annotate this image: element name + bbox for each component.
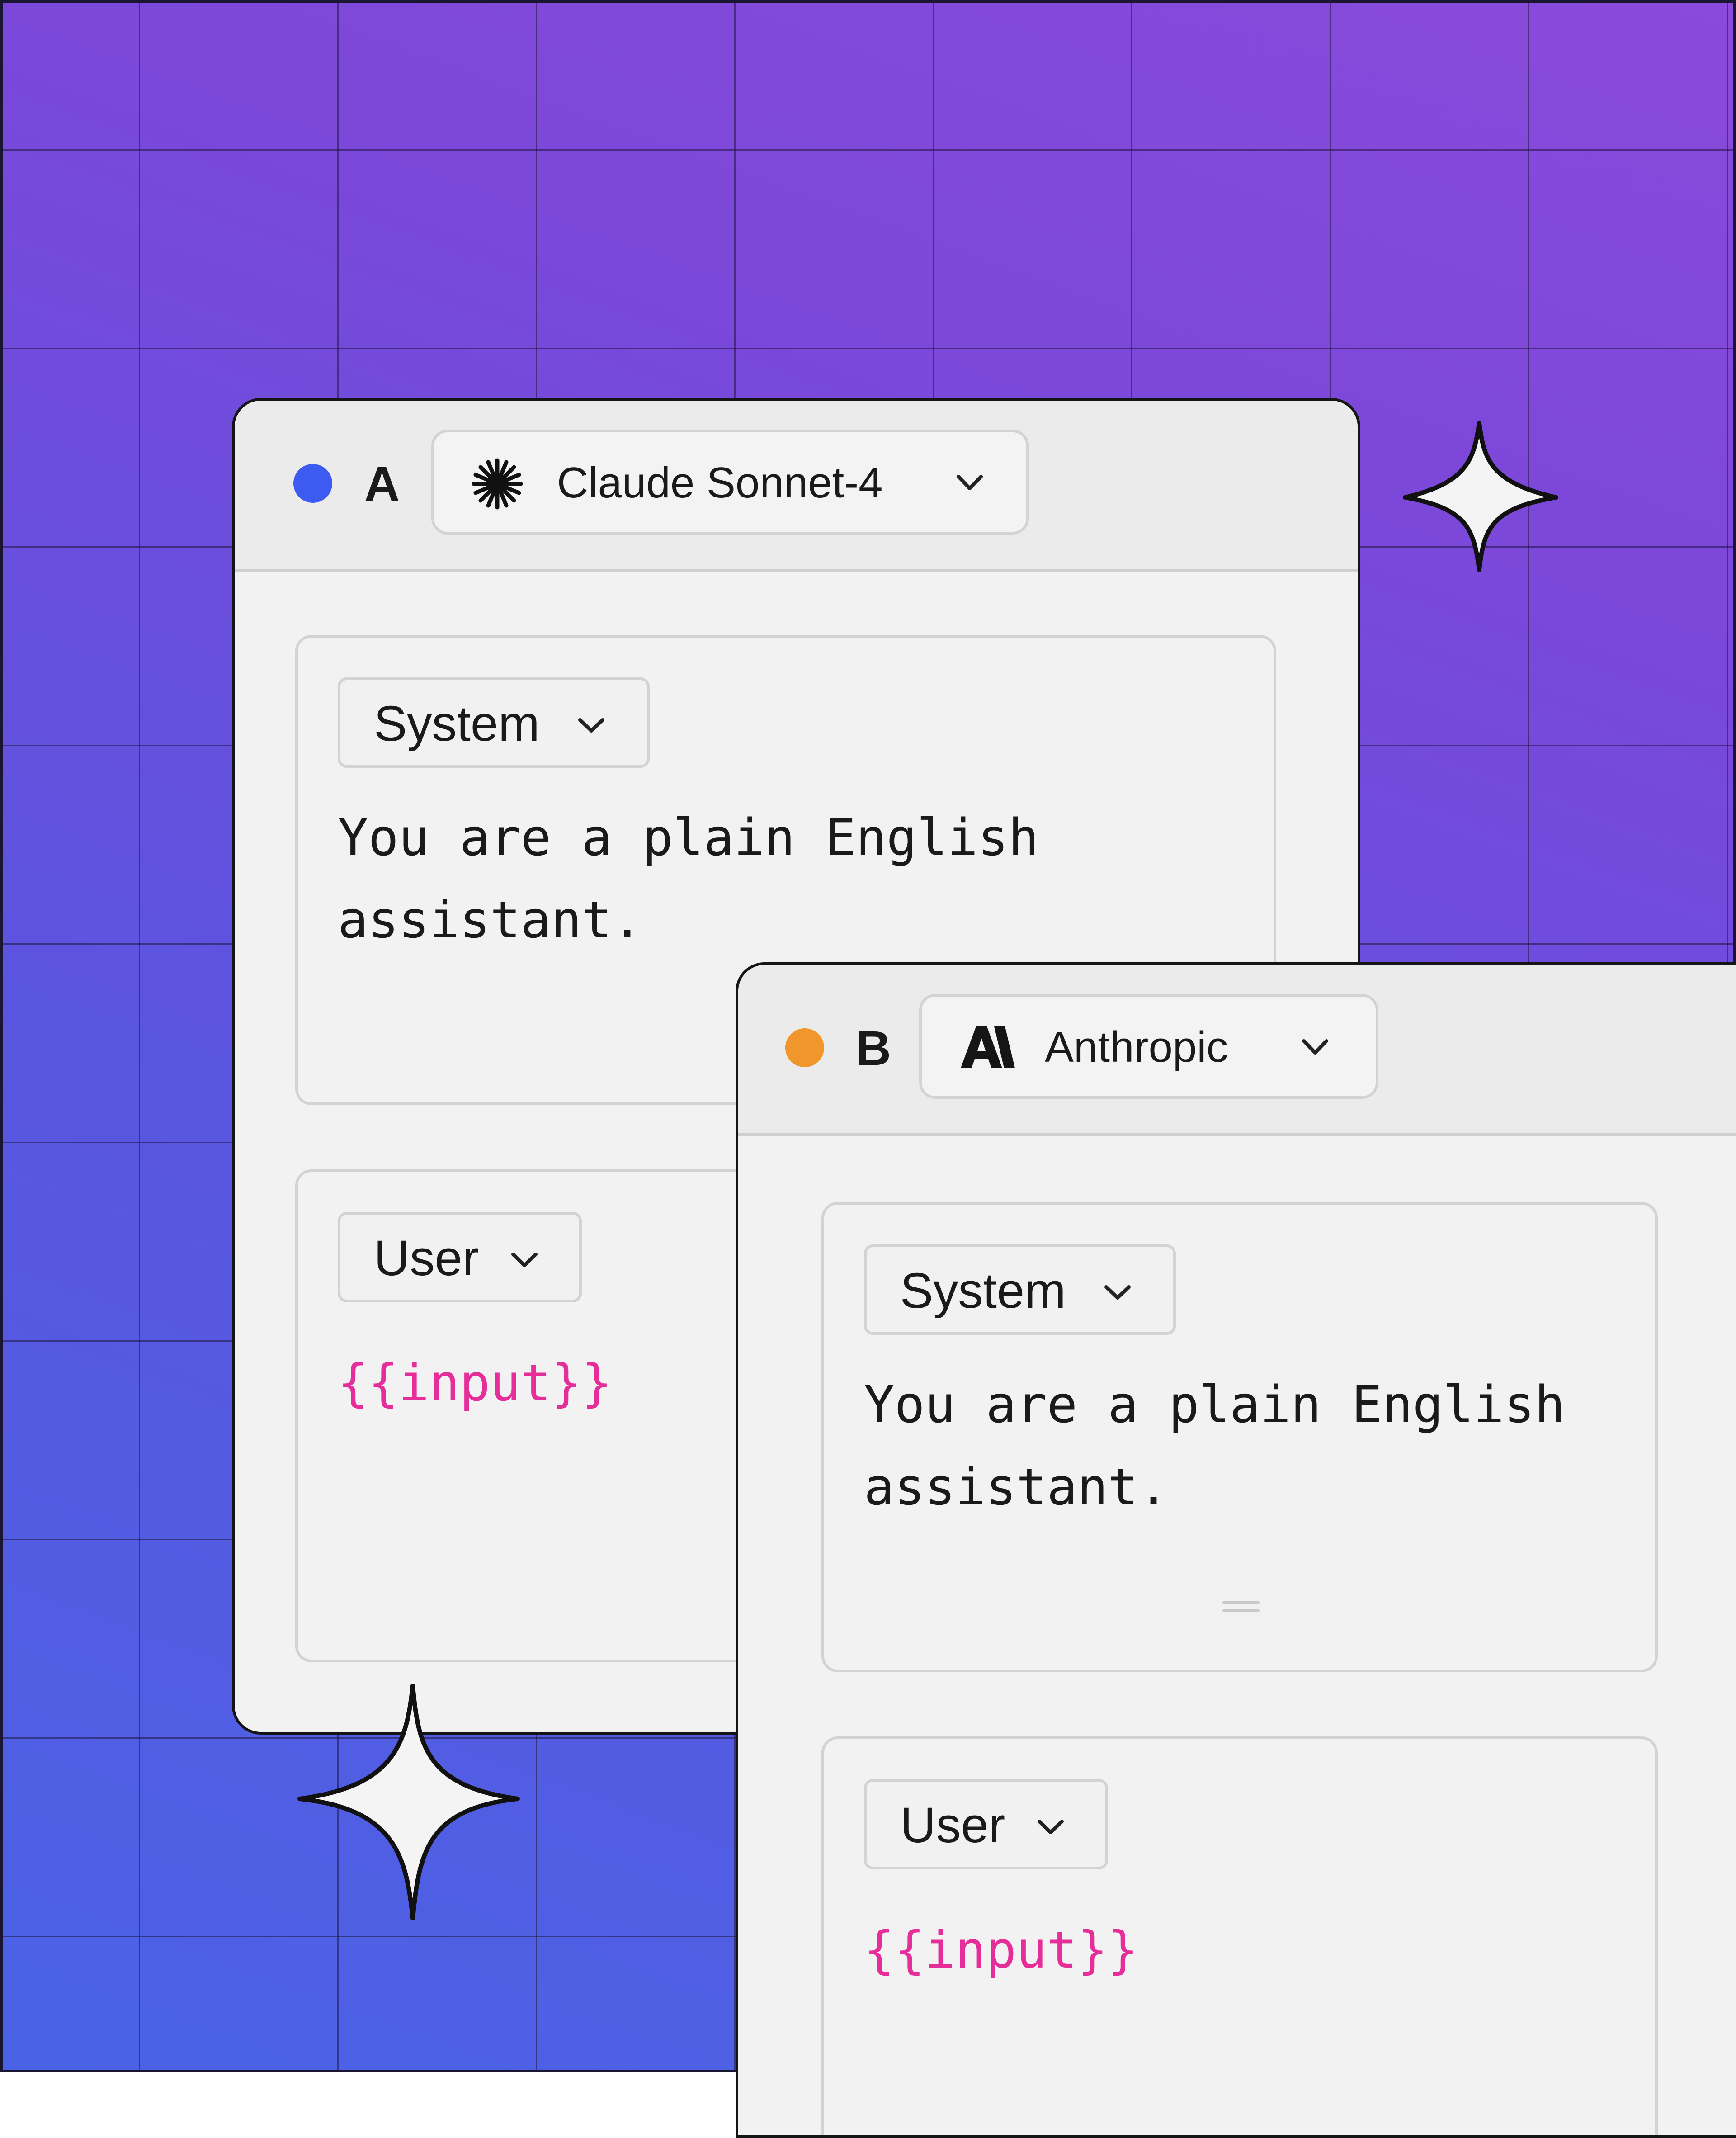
panel-b-header: B Anthropic: [738, 965, 1736, 1136]
sparkle-icon: [297, 1684, 520, 1920]
panel-b-system-message[interactable]: System You are a plain English assistant…: [821, 1202, 1658, 1672]
panel-b-model-label: Anthropic: [1045, 1023, 1228, 1071]
panel-a-user-input-variable: {{input}}: [338, 1354, 612, 1413]
anthropic-logo-icon: [961, 1026, 1015, 1068]
panel-a-letter: A: [364, 456, 400, 511]
chevron-down-icon: [511, 1253, 538, 1267]
panel-b-system-text-line2: assistant.: [864, 1458, 1169, 1517]
panel-b-system-role-select[interactable]: System: [864, 1244, 1176, 1335]
panel-a-system-text-line2: assistant.: [338, 891, 643, 950]
panel-b-user-message[interactable]: User {{input}}: [821, 1736, 1658, 2135]
role-label: User: [374, 1230, 479, 1286]
sparkle-icon: [1403, 421, 1558, 572]
panel-a-user-role-select[interactable]: User: [338, 1212, 582, 1302]
panel-b-user-role-select[interactable]: User: [864, 1779, 1108, 1869]
chevron-down-icon: [1104, 1285, 1131, 1300]
panel-a-system-role-select[interactable]: System: [338, 677, 650, 768]
role-label: System: [900, 1263, 1066, 1319]
chevron-down-icon: [578, 718, 604, 733]
chevron-down-icon: [1302, 1039, 1328, 1055]
role-label: User: [900, 1797, 1005, 1853]
panel-b-user-input-variable: {{input}}: [864, 1921, 1138, 1980]
resize-handle-icon[interactable]: [1222, 1598, 1260, 1616]
chevron-down-icon: [957, 475, 983, 490]
panel-a-model-label: Claude Sonnet-4: [557, 459, 883, 507]
panel-a-model-select[interactable]: Claude Sonnet-4: [431, 430, 1029, 534]
panel-b-letter: B: [856, 1021, 891, 1075]
panel-b-system-text-line1: You are a plain English: [864, 1376, 1565, 1434]
chevron-down-icon: [1038, 1820, 1064, 1834]
panel-a-header: A Claude Sonnet-4: [235, 401, 1358, 572]
role-label: System: [374, 696, 540, 752]
panel-a-color-dot: [293, 464, 332, 503]
panel-a-system-text-line1: You are a plain English: [338, 809, 1039, 867]
panel-b-model-select[interactable]: Anthropic: [919, 994, 1378, 1099]
prompt-panel-b: B Anthropic System You are a plain Engli…: [736, 962, 1736, 2138]
panel-b-color-dot: [785, 1028, 824, 1067]
asterisk-icon: [472, 458, 523, 510]
